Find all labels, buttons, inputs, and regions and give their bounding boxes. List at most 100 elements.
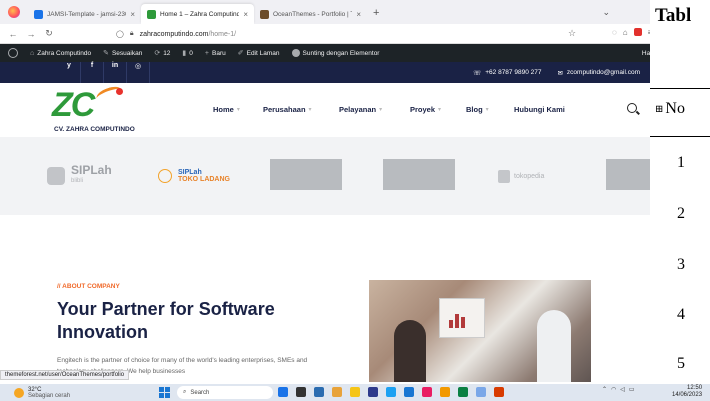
wp-comments[interactable]: ▮ 0 [182,49,192,58]
bookmark-star-icon[interactable]: ☆ [568,28,576,39]
email-contact[interactable]: ✉ zcomputindo@gmail.com [557,69,640,77]
taskbar-app-icon[interactable] [440,387,450,397]
brush-icon: ✎ [103,50,109,57]
tab-close-icon[interactable]: × [356,10,361,19]
taskbar-clock[interactable]: 12:50 14/06/2023 [672,385,702,399]
logo-dot [116,88,123,95]
menu-item-proyek[interactable]: Proyek ▾ [410,105,466,114]
extensions-icon[interactable]: ⌂ [623,28,628,37]
site-logo[interactable]: ZC CV. ZAHRA COMPUTINDO [52,83,135,136]
back-arrow-icon[interactable]: ← [8,29,18,39]
address-bar[interactable]: ◯ 🔒︎ zahracomputindo.com/home-1/ [116,26,596,42]
table-grid-icon[interactable]: ⊞ [655,104,663,115]
person-shape [394,320,426,382]
doc-row-number: 1 [677,154,685,171]
browser-tab-zahra[interactable]: Home 1 – Zahra Computindo × [141,4,254,24]
browser-tab-oceanthemes[interactable]: OceanThemes - Portfolio | ThemeForest × [254,4,367,24]
siplah-toko-icon [158,169,172,183]
wifi-icon[interactable]: ◠ [611,386,616,393]
taskbar-app-icon[interactable] [368,387,378,397]
about-headline: Your Partner for Software Innovation [57,299,275,342]
plus-icon: + [204,49,209,57]
taskbar-app-icon[interactable] [314,387,324,397]
wp-new[interactable]: + Baru [205,50,226,57]
siplah-icon [47,167,65,185]
document-overlay: Tabl ⊞ No 1 2 3 4 5 [650,0,710,384]
linkedin-icon[interactable]: in [104,62,126,83]
contact-info: ☏ +62 8787 9890 277 ✉ zcomputindo@gmail.co… [473,69,640,77]
wp-customize[interactable]: ✎ Sesuaikan [103,49,142,58]
partner-siplah-blibli[interactable]: SIPLah blibli [47,160,112,192]
taskbar-app-icon[interactable] [494,387,504,397]
search-icon[interactable] [627,103,637,113]
home-icon: ⌂ [30,49,35,57]
menu-item-perusahaan[interactable]: Perusahaan ▾ [263,105,339,114]
forward-arrow-icon[interactable]: → [26,29,36,39]
chevron-up-icon[interactable]: ⌃ [602,386,607,393]
wp-edit-page[interactable]: ✐ Edit Laman [237,49,280,58]
taskbar-app-icon[interactable] [458,387,468,397]
instagram-icon[interactable]: ◎ [127,62,149,83]
windows-taskbar: 32°C Sebagian cerah ⌕ Search ⌃ ◠ ◁ ▭ 12:5… [0,384,710,401]
taskbar-search[interactable]: ⌕ Search [177,386,273,399]
addon-icon[interactable] [633,28,642,36]
browser-navbar: ← → ↻ ◯ 🔒︎ zahracomputindo.com/home-1/ ☆… [0,24,652,44]
battery-icon[interactable]: ▭ [629,386,635,393]
browser-tab-jamsi[interactable]: JAMSI-Template - jamsi-230-id493... × [28,4,141,24]
tab-close-icon[interactable]: × [130,10,135,19]
person-shape [537,310,571,382]
taskbar-app-icon[interactable] [404,387,414,397]
site-topbar: y f in ◎ ☏ +62 8787 9890 277 ✉ zcomputindo… [0,62,650,83]
windows-start-icon[interactable] [159,387,170,398]
menu-item-blog[interactable]: Blog ▾ [466,105,514,114]
tab-favicon-icon [147,9,156,19]
about-eyebrow: // ABOUT COMPANY [57,283,120,290]
new-tab-button[interactable]: + [373,7,379,19]
taskbar-app-icon[interactable] [386,387,396,397]
tokopedia-icon [498,169,510,183]
menu-item-hubungi-kami[interactable]: Hubungi Kami [514,105,565,114]
phone-contact[interactable]: ☏ +62 8787 9890 277 [473,69,541,77]
pocket-icon[interactable]: ◌ [612,28,617,37]
chevron-down-icon: ▾ [379,107,383,113]
twitter-icon[interactable]: y [58,62,80,83]
taskbar-apps [278,387,504,397]
elementor-icon [291,49,300,57]
url-host: zahracomputindo.com [139,30,209,38]
pencil-icon: ✐ [237,50,244,57]
weather-widget[interactable]: 32°C Sebagian cerah [14,387,134,399]
system-tray: ⌃ ◠ ◁ ▭ [602,386,635,393]
partner-logo-placeholder[interactable] [270,159,342,190]
tab-close-icon[interactable]: × [243,10,248,19]
partner-tokopedia[interactable]: tokopedia [498,160,544,192]
browser-tab-strip: JAMSI-Template - jamsi-230-id493... × Ho… [0,0,650,24]
taskbar-app-icon[interactable] [278,387,288,397]
taskbar-app-icon[interactable] [476,387,486,397]
doc-row-number: 5 [677,355,685,372]
firefox-icon [8,6,20,18]
mail-icon: ✉ [557,69,563,77]
shield-icon: ◯ [116,31,124,38]
menu-item-home[interactable]: Home ▾ [213,105,263,114]
wp-updates[interactable]: ⟳ 12 [154,49,170,58]
toolbar-icons: ◌ ⌂ ≡ [612,28,652,37]
social-divider [149,62,150,83]
reload-icon[interactable]: ↻ [44,28,54,39]
menu-item-pelayanan[interactable]: Pelayanan ▾ [339,105,410,114]
taskbar-app-icon[interactable] [422,387,432,397]
partner-logo-placeholder[interactable] [606,159,650,190]
speaker-icon[interactable]: ◁ [620,386,625,393]
wp-elementor[interactable]: Sunting dengan Elementor [291,49,379,57]
taskbar-app-icon[interactable] [332,387,342,397]
partner-logo-placeholder[interactable] [383,159,455,190]
partner-siplah-toko-ladang[interactable]: SIPLah TOKO LADANG [158,160,230,192]
chevron-down-icon: ▾ [485,107,489,113]
site-header: ZC CV. ZAHRA COMPUTINDO Home ▾ Perusahaan… [0,83,650,137]
facebook-icon[interactable]: f [81,62,103,83]
wp-site-name[interactable]: ⌂ Zahra Computindo [30,50,91,57]
sun-icon [14,387,24,398]
taskbar-app-icon[interactable] [350,387,360,397]
taskbar-app-icon[interactable] [296,387,306,397]
wordpress-icon[interactable] [8,48,18,58]
list-all-tabs-icon[interactable]: ⌄ [602,7,610,18]
